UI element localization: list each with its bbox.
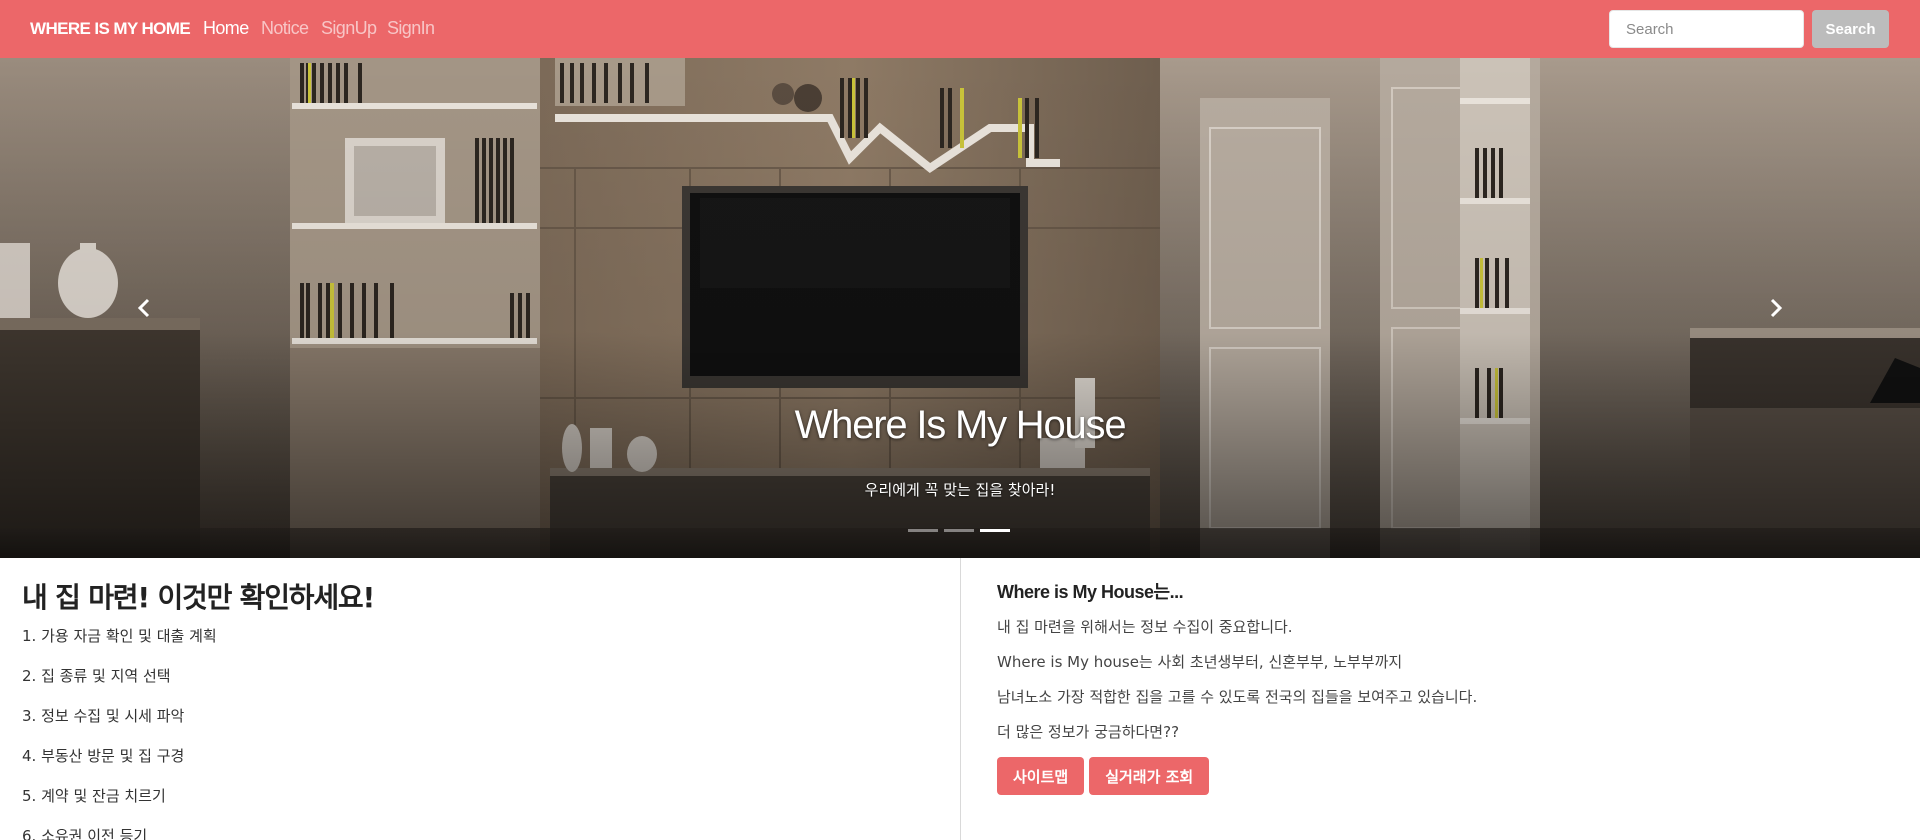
checklist-step: 4. 부동산 방문 및 집 구경 xyxy=(22,747,185,765)
carousel-indicators xyxy=(908,529,1010,532)
hero-carousel: Where Is My House 우리에게 꼭 맞는 집을 찾아라! xyxy=(0,58,1920,558)
checklist-step: 1. 가용 자금 확인 및 대출 계획 xyxy=(22,627,217,645)
checklist-section: 내 집 마련! 이것만 확인하세요! 1. 가용 자금 확인 및 대출 계획 2… xyxy=(22,576,952,840)
checklist-steps: 1. 가용 자금 확인 및 대출 계획 2. 집 종류 및 지역 선택 3. 정… xyxy=(22,626,952,840)
brand-logo[interactable]: WHERE IS MY HOME xyxy=(30,19,191,39)
checklist-step: 2. 집 종류 및 지역 선택 xyxy=(22,667,171,685)
carousel-prev-button[interactable] xyxy=(124,288,164,328)
carousel-title: Where Is My House xyxy=(794,403,1127,447)
about-heading: Where is My House는... xyxy=(997,582,1184,602)
carousel-next-button[interactable] xyxy=(1756,288,1796,328)
navbar: WHERE IS MY HOME Home Notice SignUp Sign… xyxy=(0,0,1920,58)
chevron-left-icon xyxy=(137,298,150,318)
sitemap-button[interactable]: 사이트맵 xyxy=(997,757,1085,795)
carousel-subtitle: 우리에게 꼭 맞는 집을 찾아라! xyxy=(864,481,1056,499)
column-divider xyxy=(960,558,961,840)
nav-link-notice[interactable]: Notice xyxy=(261,18,309,39)
carousel-indicator-1[interactable] xyxy=(908,529,938,532)
about-paragraph: 더 많은 정보가 궁금하다면?? xyxy=(997,723,1180,741)
search-button[interactable]: Search xyxy=(1812,10,1889,48)
nav-link-signup[interactable]: SignUp xyxy=(321,18,377,39)
about-section: Where is My House는... 내 집 마련을 위해서는 정보 수집… xyxy=(997,578,1877,795)
carousel-indicator-2[interactable] xyxy=(944,529,974,532)
checklist-heading: 내 집 마련! 이것만 확인하세요! xyxy=(22,581,375,614)
checklist-step: 3. 정보 수집 및 시세 파악 xyxy=(22,707,185,725)
about-paragraph: 남녀노소 가장 적합한 집을 고를 수 있도록 전국의 집들을 보여주고 있습니… xyxy=(997,688,1478,706)
about-paragraph: 내 집 마련을 위해서는 정보 수집이 중요합니다. xyxy=(997,618,1293,636)
about-buttons: 사이트맵 실거래가 조회 xyxy=(997,757,1877,795)
checklist-step: 6. 소유권 이전 등기 xyxy=(22,827,148,840)
nav-link-home[interactable]: Home xyxy=(203,18,249,39)
real-price-lookup-button[interactable]: 실거래가 조회 xyxy=(1089,757,1210,795)
search-input[interactable] xyxy=(1609,10,1804,48)
about-paragraph: Where is My house는 사회 초년생부터, 신혼부부, 노부부까지 xyxy=(997,653,1403,671)
chevron-right-icon xyxy=(1770,298,1783,318)
checklist-step: 5. 계약 및 잔금 치르기 xyxy=(22,787,166,805)
nav-link-signin[interactable]: SignIn xyxy=(387,18,435,39)
carousel-indicator-3[interactable] xyxy=(980,529,1010,532)
